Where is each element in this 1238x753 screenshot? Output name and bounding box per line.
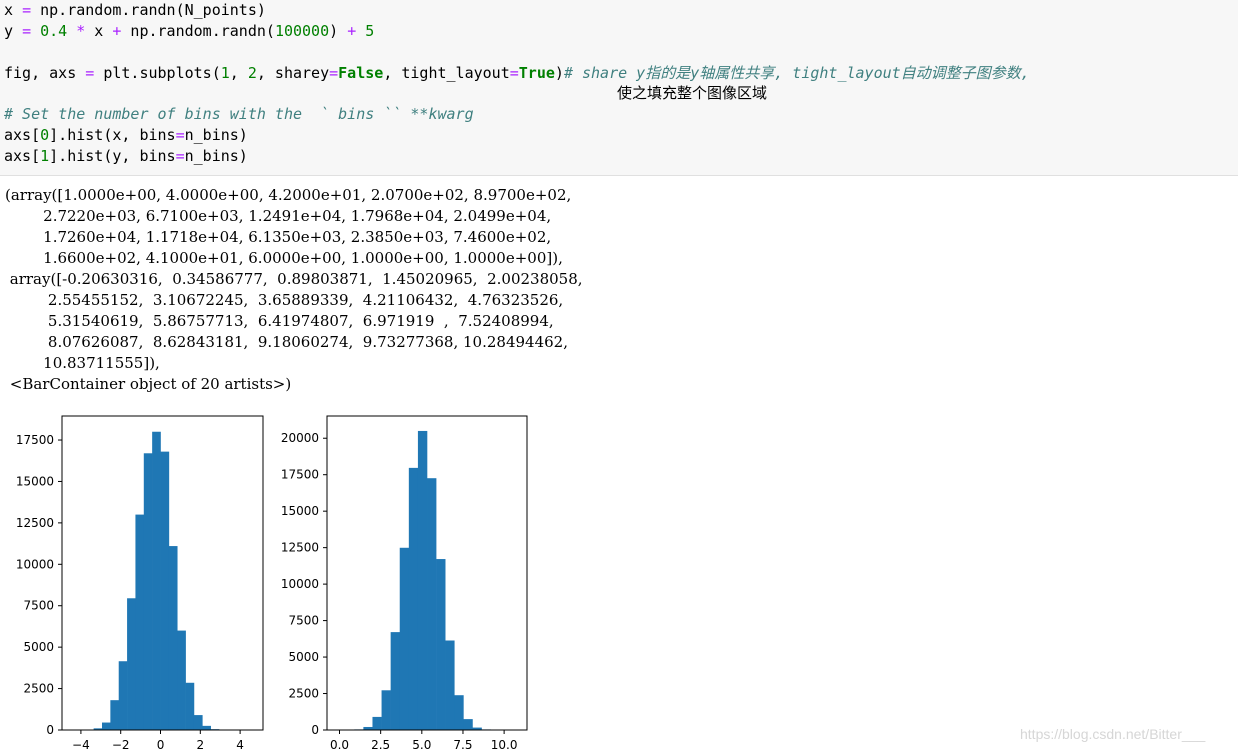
histogram-bar (202, 725, 211, 730)
histogram-bar (417, 430, 428, 730)
histogram-bar (399, 547, 410, 730)
histogram-bar (118, 661, 128, 730)
y-tick-label: 2500 (23, 682, 54, 696)
histogram-figure: 0 2500 5000 7500 10000 12500 15000 17500 −4 −2 0 2 4… (16, 415, 528, 752)
x-tick-label: 10.0 (491, 738, 518, 752)
histogram-bar (152, 431, 161, 730)
y-tick-label: 12500 (281, 541, 319, 555)
y-tick-label: 10000 (281, 577, 319, 591)
y-tick-label: 0 (311, 723, 319, 737)
histogram-bar (445, 640, 455, 730)
x-tick-label: 0.0 (330, 738, 349, 752)
x-tick-label: 2.5 (371, 738, 390, 752)
x-tick-label: −4 (72, 738, 90, 752)
y-tick-label: 20000 (281, 431, 319, 445)
y-tick-label: 7500 (23, 599, 54, 613)
x-tick-label: 7.5 (453, 738, 472, 752)
histogram-bar (160, 451, 170, 730)
histogram-bar (463, 719, 473, 730)
y-tick-label: 7500 (288, 614, 319, 628)
y-tick-label: 17500 (281, 468, 319, 482)
histogram-bar (135, 514, 145, 730)
histogram-bar (427, 478, 437, 730)
histogram-bar (127, 598, 136, 730)
y-tick-label: 2500 (288, 687, 319, 701)
x-tick-label: 2 (196, 738, 204, 752)
histogram-bar (408, 467, 419, 730)
histogram-bar (102, 722, 111, 730)
y-tick-label: 15000 (16, 474, 54, 488)
y-tick-label: 17500 (16, 433, 54, 447)
histogram-bar (372, 716, 382, 730)
y-tick-label: 0 (46, 723, 54, 737)
histogram-bar (436, 559, 446, 730)
y-tick-label: 5000 (288, 650, 319, 664)
histogram-bar (143, 453, 153, 730)
histogram-bar (193, 715, 203, 730)
histogram-bar (168, 546, 178, 730)
x-tick-label: −2 (112, 738, 130, 752)
histogram-bar (390, 632, 401, 730)
y-tick-label: 10000 (16, 557, 54, 571)
histogram-bar (110, 700, 120, 730)
histogram-bar (381, 690, 391, 730)
histogram-bar (177, 630, 186, 730)
x-tick-label: 0 (157, 738, 165, 752)
x-tick-label: 4 (236, 738, 244, 752)
x-tick-label: 5.0 (412, 738, 431, 752)
histogram-subplot-2: 0 2500 5000 7500 10000 12500 15000 17500 20000 0.… (281, 415, 528, 752)
y-tick-label: 5000 (23, 640, 54, 654)
watermark: https://blog.csdn.net/Bitter___ (1020, 726, 1206, 742)
y-tick-label: 15000 (281, 504, 319, 518)
histogram-bar (454, 695, 464, 730)
histogram-subplot-1: 0 2500 5000 7500 10000 12500 15000 17500 −4 −2 0 2 4 (16, 415, 264, 752)
histogram-bar (185, 682, 195, 730)
y-tick-label: 12500 (16, 516, 54, 530)
